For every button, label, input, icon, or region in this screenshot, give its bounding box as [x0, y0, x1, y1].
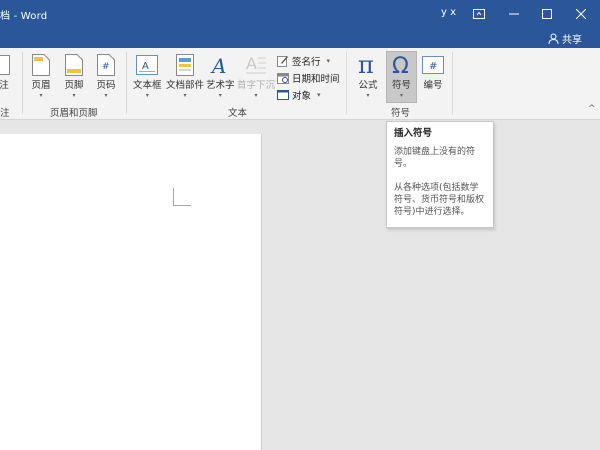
drop-cap-icon: A: [244, 52, 268, 78]
wordart-button[interactable]: A 艺术字 ▾: [206, 52, 235, 100]
group-separator: [346, 52, 347, 114]
quick-parts-icon: [173, 52, 197, 78]
minimize-icon[interactable]: [499, 0, 529, 28]
collapse-ribbon-icon[interactable]: ^: [588, 104, 596, 114]
page-number-icon: #: [94, 52, 118, 78]
tooltip-details: 从各种选项(包括数学符号、货币符号和版权符号)中进行选择。: [394, 183, 485, 217]
omega-icon: Ω: [390, 52, 414, 78]
text-box-icon: A: [135, 52, 159, 78]
svg-text:Ω: Ω: [392, 54, 409, 77]
ribbon-display-options-icon[interactable]: [464, 0, 494, 28]
header-button[interactable]: 页眉 ▾: [29, 52, 53, 100]
numbering-icon: #: [421, 52, 445, 78]
close-icon[interactable]: [566, 0, 596, 28]
margin-marker: [173, 188, 191, 206]
drop-cap-button[interactable]: A 首字下沉 ▾: [237, 52, 275, 100]
footer-button[interactable]: 页脚 ▾: [62, 52, 86, 100]
share-label: 共享: [562, 35, 582, 46]
tooltip-description: 添加键盘上没有的符号。: [394, 147, 476, 169]
user-name[interactable]: y x: [441, 7, 456, 18]
ribbon-button-partial[interactable]: 注: [0, 52, 16, 92]
group-label-header-footer: 页眉和页脚: [50, 108, 98, 119]
svg-text:A: A: [246, 54, 257, 73]
ribbon: 注 注 页眉 ▾ 页脚 ▾ # 页码 ▾ 页眉和页脚 A 文本框 ▾ 文档部件 …: [0, 48, 600, 120]
pi-icon: π: [356, 52, 380, 78]
title-bar: 档 - Word y x: [0, 0, 600, 28]
document-page[interactable]: [0, 134, 262, 450]
svg-text:A: A: [142, 61, 149, 72]
header-icon: [29, 52, 53, 78]
quick-parts-button[interactable]: 文档部件 ▾: [166, 52, 204, 100]
symbol-tooltip: 插入符号 添加键盘上没有的符号。 从各种选项(包括数学符号、货币符号和版权符号)…: [386, 121, 494, 228]
group-separator: [126, 52, 127, 114]
svg-text:A: A: [210, 54, 226, 76]
numbering-button[interactable]: # 编号: [421, 52, 445, 92]
group-label-text: 文本: [228, 108, 248, 119]
date-time-button[interactable]: 日期和时间: [277, 71, 340, 85]
page-number-button[interactable]: # 页码 ▾: [94, 52, 118, 100]
tooltip-title: 插入符号: [394, 128, 433, 139]
text-box-button[interactable]: A 文本框 ▾: [133, 52, 162, 100]
equation-button[interactable]: π 公式 ▾: [356, 52, 380, 100]
window-title: 档 - Word: [0, 11, 48, 22]
svg-text:π: π: [358, 53, 374, 77]
svg-text:#: #: [429, 61, 437, 72]
svg-text:#: #: [102, 62, 110, 72]
tab-bar: 共享: [0, 28, 600, 48]
calendar-icon: [277, 72, 289, 84]
signature-line-button[interactable]: 签名行 ▾: [277, 54, 330, 68]
group-label-symbols: 符号: [391, 108, 411, 119]
group-label-partial: 注: [0, 108, 10, 119]
object-button[interactable]: 对象 ▾: [277, 88, 321, 102]
footer-icon: [62, 52, 86, 78]
symbol-button[interactable]: Ω 符号 ▾: [386, 51, 417, 103]
group-separator: [452, 52, 453, 114]
share-button[interactable]: 共享: [548, 31, 582, 46]
maximize-icon[interactable]: [532, 0, 562, 28]
wordart-icon: A: [208, 52, 232, 78]
signature-line-icon: [277, 55, 289, 67]
group-separator: [22, 52, 23, 114]
person-icon: [548, 33, 559, 44]
object-icon: [277, 89, 289, 101]
